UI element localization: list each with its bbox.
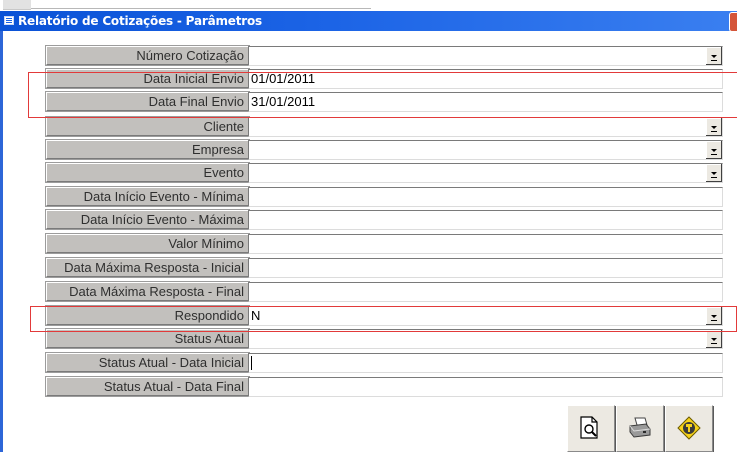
data-inicial-envio-input[interactable]: 01/01/2011	[248, 69, 723, 89]
dropdown-arrow-icon[interactable]	[705, 141, 722, 159]
data-inicio-evento-minima-input[interactable]	[248, 187, 723, 207]
label-status-atual: Status Atual	[45, 328, 250, 349]
empresa-combo[interactable]	[248, 140, 723, 160]
data-maxima-resposta-final-input[interactable]	[248, 282, 723, 302]
label-valor-minimo: Valor Mínimo	[45, 233, 250, 254]
data-maxima-resposta-inicial-input[interactable]	[248, 258, 723, 278]
label-respondido: Respondido	[45, 305, 250, 326]
background-tab	[3, 0, 31, 10]
numero-cotizacao-combo[interactable]	[248, 46, 723, 66]
label-data-inicio-evento-minima: Data Início Evento - Mínima	[45, 186, 250, 207]
window-title: Relatório de Cotizações - Parâmetros	[18, 14, 262, 28]
status-atual-data-final-input[interactable]	[248, 377, 723, 397]
exit-icon	[677, 416, 701, 440]
divider	[31, 8, 371, 9]
dropdown-arrow-icon[interactable]	[705, 118, 722, 136]
label-empresa: Empresa	[45, 139, 250, 160]
dropdown-arrow-icon[interactable]	[705, 47, 722, 65]
window-border	[0, 31, 3, 452]
label-data-maxima-resposta-final: Data Máxima Resposta - Final	[45, 281, 250, 302]
cliente-combo[interactable]	[248, 117, 723, 137]
title-bar: Relatório de Cotizações - Parâmetros	[0, 11, 737, 32]
label-status-atual-data-inicial: Status Atual - Data Inicial	[45, 352, 250, 373]
label-status-atual-data-final: Status Atual - Data Final	[45, 376, 250, 397]
data-inicio-evento-maxima-input[interactable]	[248, 210, 723, 230]
status-atual-data-inicial-input[interactable]	[248, 353, 723, 373]
respondido-combo[interactable]: N	[248, 306, 723, 326]
printer-icon	[629, 417, 651, 438]
evento-combo[interactable]	[248, 163, 723, 183]
dropdown-arrow-icon[interactable]	[705, 307, 722, 325]
valor-minimo-input[interactable]	[248, 234, 723, 254]
preview-button[interactable]	[567, 405, 615, 452]
label-data-inicial-envio: Data Inicial Envio	[45, 68, 250, 89]
status-atual-combo[interactable]	[248, 329, 723, 349]
print-button[interactable]	[616, 405, 664, 452]
label-data-maxima-resposta-inicial: Data Máxima Resposta - Inicial	[45, 257, 250, 278]
background-window-strip	[0, 0, 737, 11]
label-data-final-envio: Data Final Envio	[45, 91, 250, 112]
data-final-envio-input[interactable]: 31/01/2011	[248, 92, 723, 112]
exit-button[interactable]	[665, 405, 713, 452]
label-data-inicio-evento-maxima: Data Início Evento - Máxima	[45, 209, 250, 230]
label-evento: Evento	[45, 162, 250, 183]
dropdown-arrow-icon[interactable]	[705, 164, 722, 182]
text-cursor	[251, 355, 252, 370]
label-numero-cotizacao: Número Cotização	[45, 45, 250, 66]
print-preview-icon	[580, 416, 598, 439]
form-icon	[4, 16, 14, 25]
dropdown-arrow-icon[interactable]	[705, 330, 722, 348]
report-parameters-window: Relatório de Cotizações - Parâmetros Núm…	[0, 11, 737, 452]
close-button[interactable]	[729, 12, 737, 32]
label-cliente: Cliente	[45, 116, 250, 137]
